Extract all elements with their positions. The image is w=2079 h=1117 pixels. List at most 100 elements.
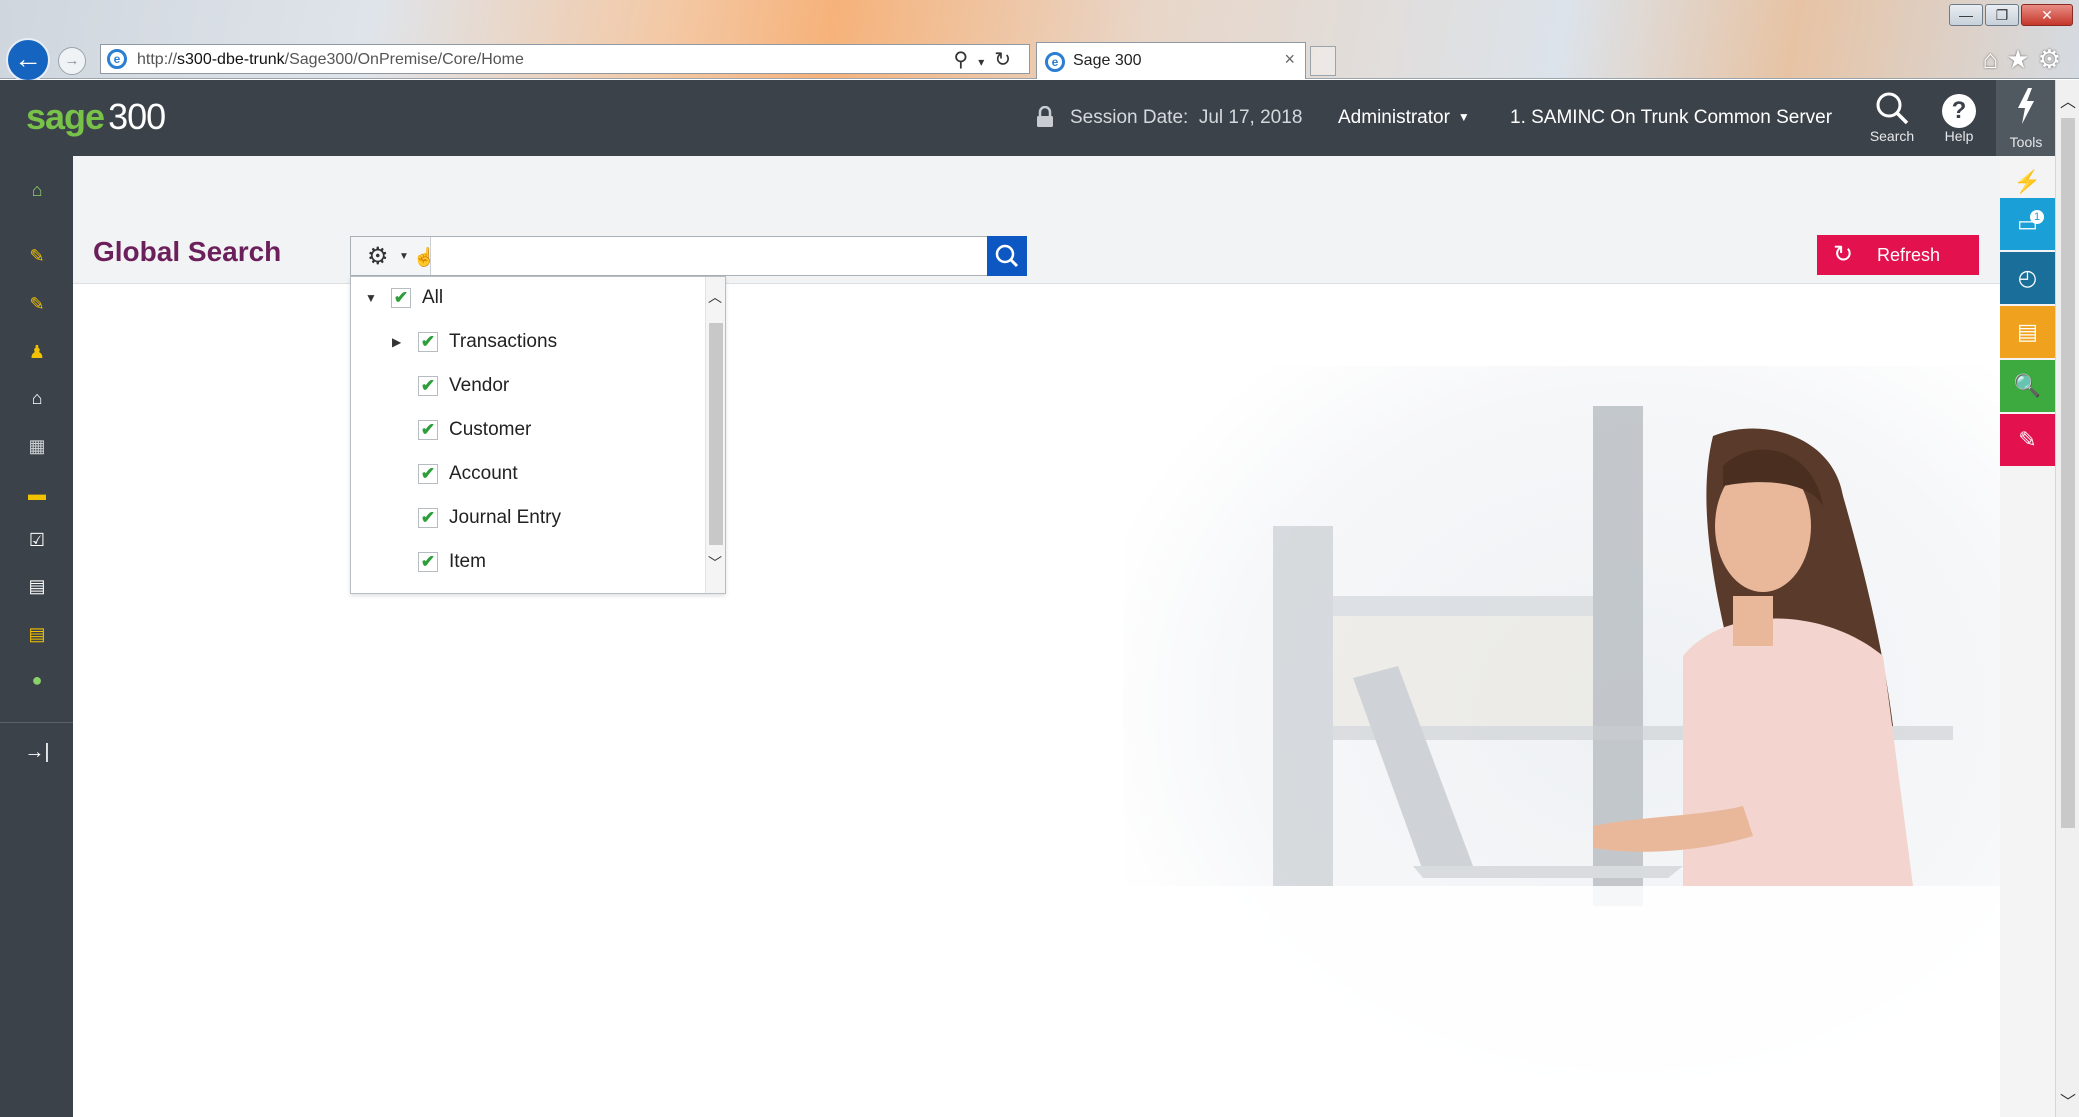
session-date: Session Date: Jul 17, 2018: [1070, 107, 1303, 128]
left-navigation: ⌂ ✎ ✎ ♟ ⌂ ▦ ▬ ☑ ▤ ▤ ● →|: [0, 156, 73, 1117]
filter-checkbox[interactable]: ✔: [418, 376, 438, 396]
payroll-icon[interactable]: ▤: [24, 622, 50, 646]
header-help-button[interactable]: ? Help: [1929, 86, 1989, 150]
filter-checkbox[interactable]: ✔: [418, 420, 438, 440]
user-menu[interactable]: Administrator ▼: [1338, 107, 1470, 129]
expand-right-icon[interactable]: ▶: [392, 335, 401, 349]
purchase-order-icon[interactable]: ☑: [24, 528, 50, 552]
global-search-box: ⚙ ▼ ☝: [350, 236, 1027, 276]
refresh-button[interactable]: ↻ Refresh: [1817, 235, 1979, 275]
reload-icon: ↻: [994, 49, 1021, 71]
home-browser-icon[interactable]: ⌂: [1983, 44, 2007, 74]
filter-checkbox[interactable]: ✔: [418, 332, 438, 352]
browser-tab[interactable]: e Sage 300 ×: [1036, 42, 1306, 79]
window-controls: — ❐ ✕: [1949, 4, 2073, 26]
favorites-star-icon[interactable]: ★: [2006, 44, 2037, 74]
filter-item[interactable]: ✔ Item: [418, 547, 486, 577]
filter-label: All: [422, 287, 444, 308]
order-entry-icon[interactable]: ▬: [24, 482, 50, 506]
collapse-nav-icon[interactable]: →|: [24, 740, 50, 764]
filter-checkbox[interactable]: ✔: [418, 552, 438, 572]
home-icon[interactable]: ⌂: [24, 178, 50, 202]
windows-manager-icon[interactable]: ▭ 1: [2000, 198, 2055, 250]
filter-item[interactable]: ▼ ✔ All: [365, 283, 444, 313]
ie-icon: e: [1045, 52, 1065, 72]
filter-checkbox[interactable]: ✔: [418, 508, 438, 528]
inventory-icon[interactable]: ▦: [24, 434, 50, 458]
address-tools[interactable]: ⚲▾↻: [954, 47, 1021, 72]
page-scroll-thumb[interactable]: [2061, 118, 2075, 828]
header-tools-button[interactable]: Tools: [1996, 80, 2056, 156]
gear-icon: ⚙: [367, 243, 389, 270]
hero-image-woman-laptop: [1123, 366, 2000, 1117]
filter-item[interactable]: ✔ Journal Entry: [418, 503, 561, 533]
panel-scroll-thumb[interactable]: [709, 323, 723, 545]
page-title: Global Search: [93, 236, 282, 267]
filter-checkbox[interactable]: ✔: [391, 288, 411, 308]
right-tool-strip: ⚡ ▭ 1 ◴ ▤ 🔍 ✎: [2000, 156, 2055, 1117]
search-submit-button[interactable]: [987, 236, 1027, 276]
search-filter-panel: ▼ ✔ All ▶ ✔ Transactions ✔ Vendor ✔ Customer ✔ Acco…: [350, 276, 726, 594]
minimize-button[interactable]: —: [1949, 4, 1983, 26]
new-tab-button[interactable]: [1310, 46, 1336, 76]
inquiry-icon[interactable]: 🔍: [2000, 360, 2055, 412]
chevron-down-icon: ▼: [1457, 110, 1470, 124]
dropdown-icon: ▾: [978, 55, 995, 69]
help-icon: ?: [1942, 94, 1976, 128]
main-content: Global Search ⚙ ▼ ☝ ↻ Refresh ▼ ✔ All ▶ ✔ Tra…: [73, 156, 2000, 1117]
filter-label: Account: [449, 463, 518, 484]
bank-icon[interactable]: ⌂: [24, 386, 50, 410]
search-icon: [995, 244, 1019, 268]
filter-item[interactable]: ▶ ✔ Transactions: [392, 327, 558, 357]
recent-windows-icon[interactable]: ◴: [2000, 252, 2055, 304]
filter-label: Transactions: [449, 331, 558, 352]
filter-label: Journal Entry: [449, 507, 561, 528]
browser-chrome: — ❐ ✕ ← → e http://s300-dbe-trunk/Sage30…: [0, 0, 2079, 82]
report-icon[interactable]: ▤: [2000, 306, 2055, 358]
search-input[interactable]: [433, 237, 943, 275]
chevron-up-icon[interactable]: ︿: [2060, 88, 2076, 112]
customers-icon[interactable]: ♟: [24, 340, 50, 364]
ap-module-icon[interactable]: ✎: [24, 244, 50, 268]
back-button[interactable]: ←: [6, 38, 50, 82]
filter-label: Customer: [449, 419, 532, 440]
company-name[interactable]: 1. SAMINC On Trunk Common Server: [1510, 107, 1832, 129]
sage-300-logo[interactable]: sage 300: [26, 96, 166, 138]
tab-title: Sage 300: [1073, 52, 1142, 69]
ie-icon: e: [107, 49, 127, 69]
app-header: sage 300 Session Date: Jul 17, 2018 Admin…: [0, 80, 2065, 156]
filter-item[interactable]: ✔ Customer: [418, 415, 531, 445]
lock-icon: [1037, 106, 1053, 127]
lightning-icon: [2018, 88, 2034, 124]
settings-gear-icon[interactable]: ⚙: [2038, 44, 2069, 74]
tab-close-icon[interactable]: ×: [1284, 49, 1295, 70]
filter-label: Vendor: [449, 375, 510, 396]
filter-item[interactable]: ✔ Account: [418, 459, 518, 489]
refresh-icon: ↻: [1833, 241, 1854, 268]
header-search-button[interactable]: Search: [1862, 86, 1922, 150]
tax-icon[interactable]: ●: [24, 668, 50, 692]
forward-button[interactable]: →: [58, 47, 86, 75]
ar-module-icon[interactable]: ✎: [24, 292, 50, 316]
nav-divider: [0, 722, 73, 723]
chevron-down-icon[interactable]: ﹀: [2060, 1088, 2076, 1112]
filter-checkbox[interactable]: ✔: [418, 464, 438, 484]
project-icon[interactable]: ▤: [24, 574, 50, 598]
address-bar[interactable]: e http://s300-dbe-trunk/Sage300/OnPremis…: [100, 44, 1030, 74]
browser-right-icons: ⌂★⚙: [1983, 44, 2069, 75]
page-scrollbar[interactable]: ︿ ﹀: [2055, 80, 2079, 1117]
chevron-down-icon[interactable]: ﹀: [708, 553, 722, 573]
search-icon: ⚲: [953, 49, 979, 71]
search-icon: [1876, 92, 1909, 125]
panel-scrollbar[interactable]: ︿ ﹀: [705, 277, 725, 593]
restore-button[interactable]: ❐: [1985, 4, 2019, 26]
filter-item[interactable]: ✔ Vendor: [418, 371, 509, 401]
close-window-button[interactable]: ✕: [2021, 4, 2073, 26]
chevron-up-icon[interactable]: ︿: [708, 287, 722, 307]
chevron-down-icon: ▼: [399, 251, 409, 262]
expand-down-icon[interactable]: ▼: [365, 291, 377, 305]
edit-pen-icon[interactable]: ✎: [2000, 414, 2055, 466]
url-text: http://s300-dbe-trunk/Sage300/OnPremise/…: [137, 51, 524, 68]
search-filter-dropdown[interactable]: ⚙ ▼ ☝: [351, 237, 435, 275]
filter-label: Item: [449, 551, 486, 572]
